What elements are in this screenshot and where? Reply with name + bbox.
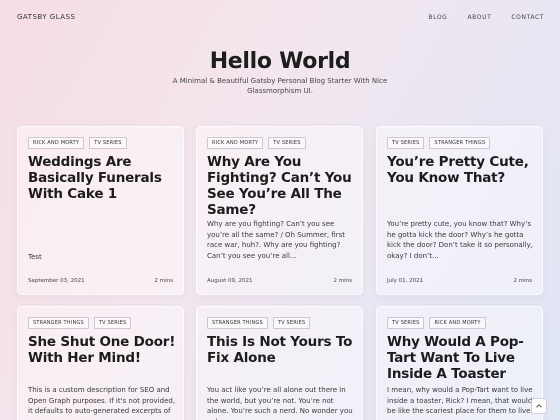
chevron-up-icon <box>536 404 542 408</box>
post-tags: RICK AND MORTY TV SERIES <box>28 137 127 149</box>
post-tag[interactable]: TV SERIES <box>268 137 306 149</box>
post-title[interactable]: Weddings Are Basically Funerals With Cak… <box>28 154 178 202</box>
post-card[interactable]: STRANGER THINGS TV SERIES This Is Not Yo… <box>196 306 363 420</box>
nav-link-about[interactable]: ABOUT <box>467 14 491 21</box>
post-date: August 09, 2021 <box>207 278 253 284</box>
post-card[interactable]: TV SERIES RICK AND MORTY Why Would A Pop… <box>376 306 543 420</box>
top-nav: GATSBY GLASS BLOG ABOUT CONTACT <box>0 0 560 36</box>
post-title[interactable]: This Is Not Yours To Fix Alone <box>207 334 357 366</box>
post-read-time: 2 mins <box>333 278 353 284</box>
post-description: You’re pretty cute, you know that? Why’s… <box>387 220 533 260</box>
post-tags: STRANGER THINGS TV SERIES <box>207 317 311 329</box>
post-description: You act like you’re all alone out there … <box>207 386 353 420</box>
post-tag[interactable]: RICK AND MORTY <box>28 137 85 149</box>
post-tag[interactable]: TV SERIES <box>93 317 132 329</box>
post-card[interactable]: STRANGER THINGS TV SERIES She Shut One D… <box>17 306 184 420</box>
post-card[interactable]: TV SERIES STRANGER THINGS You’re Pretty … <box>376 126 543 295</box>
hero-subtitle: A Minimal & Beautiful Gatsby Personal Bl… <box>172 77 388 95</box>
post-description: Why are you fighting? Can’t you see you’… <box>207 220 346 260</box>
post-date: July 01, 2021 <box>387 278 424 284</box>
post-card[interactable]: RICK AND MORTY TV SERIES Why Are You Fig… <box>196 126 363 295</box>
nav-link-blog[interactable]: BLOG <box>428 14 447 21</box>
post-tags: TV SERIES RICK AND MORTY <box>387 317 486 329</box>
post-tags: TV SERIES STRANGER THINGS <box>387 137 491 149</box>
post-tag[interactable]: TV SERIES <box>89 137 127 149</box>
post-description: Test <box>28 253 42 261</box>
post-read-time: 2 mins <box>513 278 533 284</box>
nav-link-contact[interactable]: CONTACT <box>511 14 544 21</box>
post-title[interactable]: Why Would A Pop-Tart Want To Live Inside… <box>387 334 537 382</box>
post-description: I mean, why would a Pop-Tart want to liv… <box>387 386 533 415</box>
post-read-time: 2 mins <box>154 278 174 284</box>
scroll-to-top-button[interactable] <box>531 398 547 414</box>
nav-menu: BLOG ABOUT CONTACT <box>408 14 544 21</box>
post-title[interactable]: Why Are You Fighting? Can’t You See You’… <box>207 154 357 218</box>
post-tags: RICK AND MORTY TV SERIES <box>207 137 306 149</box>
post-tag[interactable]: STRANGER THINGS <box>207 317 268 329</box>
post-tag[interactable]: TV SERIES <box>387 317 425 329</box>
post-title[interactable]: She Shut One Door! With Her Mind! <box>28 334 178 366</box>
post-tag[interactable]: RICK AND MORTY <box>429 317 486 329</box>
post-tags: STRANGER THINGS TV SERIES <box>28 317 132 329</box>
post-tag[interactable]: TV SERIES <box>272 317 311 329</box>
post-title[interactable]: You’re Pretty Cute, You Know That? <box>387 154 537 186</box>
hero-title: Hello World <box>209 49 351 74</box>
post-tag[interactable]: STRANGER THINGS <box>28 317 89 329</box>
post-card[interactable]: RICK AND MORTY TV SERIES Weddings Are Ba… <box>17 126 184 295</box>
site-brand[interactable]: GATSBY GLASS <box>17 13 75 21</box>
post-description: This is a custom description for SEO and… <box>28 386 176 415</box>
post-tag[interactable]: RICK AND MORTY <box>207 137 264 149</box>
post-tag[interactable]: STRANGER THINGS <box>429 137 491 149</box>
post-date: September 03, 2021 <box>28 278 85 284</box>
post-tag[interactable]: TV SERIES <box>387 137 425 149</box>
